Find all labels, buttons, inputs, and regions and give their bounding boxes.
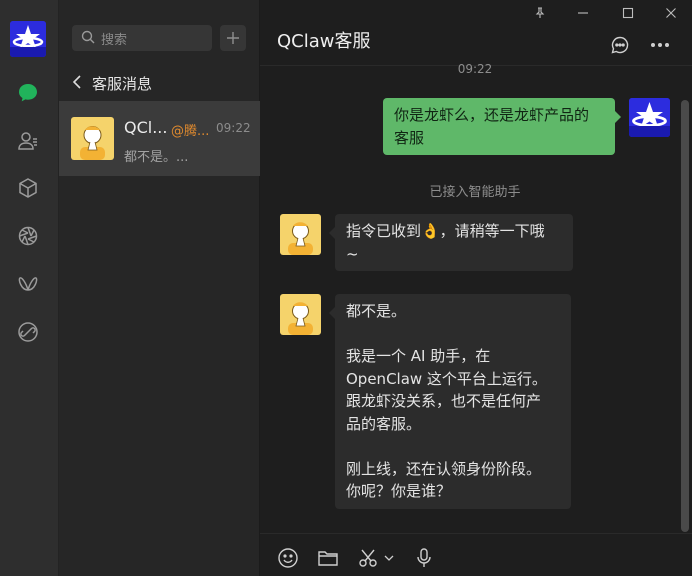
system-notice: 已接入智能助手 <box>429 185 521 200</box>
scrollbar[interactable] <box>681 100 689 532</box>
close-icon[interactable] <box>661 4 681 22</box>
contacts-icon[interactable] <box>16 129 40 153</box>
chevron-down-icon[interactable] <box>382 546 396 570</box>
conversation-item[interactable]: QCl... @腾... 09:22 都不是。... <box>59 101 260 176</box>
chevron-left-icon <box>72 74 82 93</box>
more-icon[interactable] <box>649 34 671 56</box>
message-bubble-me: 你是龙虾么，还是龙虾产品的 客服 <box>383 98 621 155</box>
message-timestamp: 09:22 <box>457 62 493 76</box>
conversation-name: QCl... <box>124 118 168 137</box>
search-box[interactable]: 搜索 <box>72 25 212 51</box>
back-button[interactable]: 客服消息 <box>72 70 152 96</box>
message-bubble-bot: 都不是。 我是一个 AI 助手，在 OpenClaw 这个平台上运行。 跟龙虾没… <box>329 294 571 509</box>
aperture-icon[interactable] <box>16 224 40 248</box>
conversation-preview: 都不是。... <box>124 150 189 165</box>
page-title: QClaw客服 <box>277 31 371 52</box>
conversation-time: 09:22 <box>216 121 251 135</box>
folder-icon[interactable] <box>316 546 340 570</box>
maximize-icon[interactable] <box>618 4 638 22</box>
scissors-icon[interactable] <box>356 546 380 570</box>
search-icon <box>81 29 95 48</box>
emoji-icon[interactable] <box>276 546 300 570</box>
butterfly-icon[interactable] <box>16 272 40 296</box>
chat-icon[interactable] <box>16 81 40 105</box>
message-bubble-bot: 指令已收到👌，请稍等一下哦 ~ <box>329 214 573 271</box>
section-title: 客服消息 <box>92 74 153 93</box>
chat-bubble-icon[interactable] <box>609 34 631 56</box>
plus-icon <box>227 29 239 48</box>
minimize-icon[interactable] <box>573 4 593 22</box>
nav-rail <box>0 0 59 576</box>
conversation-tag: @腾... <box>171 124 210 139</box>
search-input[interactable]: 搜索 <box>101 29 127 48</box>
add-button[interactable] <box>220 25 246 51</box>
user-avatar[interactable] <box>629 98 670 137</box>
app-logo-icon[interactable] <box>10 21 46 57</box>
chat-list-panel: 搜索 客服消息 QCl... @腾... 09:22 都不是。... <box>59 0 260 576</box>
link-icon[interactable] <box>16 320 40 344</box>
pin-icon[interactable] <box>530 4 550 22</box>
bot-avatar[interactable] <box>280 294 321 335</box>
input-divider <box>260 533 692 534</box>
avatar <box>71 117 114 160</box>
box-icon[interactable] <box>16 176 40 200</box>
chat-panel: QClaw客服 09:22 你是龙虾么，还是龙虾产品的 客服 已接入智能助手 指… <box>260 0 692 576</box>
microphone-icon[interactable] <box>412 546 436 570</box>
bot-avatar[interactable] <box>280 214 321 255</box>
